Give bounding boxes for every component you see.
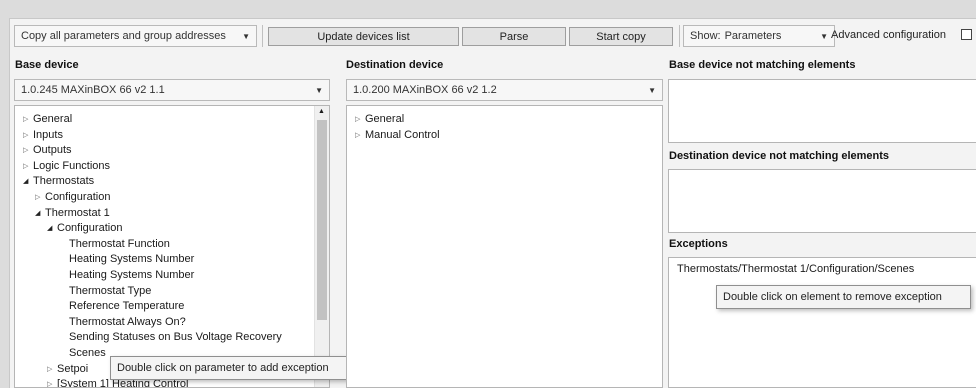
tree-node-label: Thermostat Always On? (69, 315, 186, 328)
tree-node-label: Heating Systems Number (69, 268, 195, 281)
tree-node-label: Configuration (57, 222, 123, 235)
destination-device-title: Destination device (346, 59, 444, 71)
tree-node-label: Thermostat 1 (45, 206, 110, 219)
exceptions-list[interactable]: Thermostats/Thermostat 1/Configuration/S… (668, 257, 976, 388)
expand-arrow-icon[interactable]: ▷ (47, 377, 57, 387)
tree-node-label: Reference Temperature (69, 300, 185, 313)
dropdown-arrow-icon: ▼ (820, 31, 828, 41)
advanced-configuration-label: Advanced configuration (831, 29, 946, 41)
copy-mode-dropdown[interactable]: Copy all parameters and group addresses … (14, 25, 257, 47)
tree-node[interactable]: Reference Temperature (23, 299, 329, 315)
base-device-title: Base device (15, 59, 79, 71)
tree-node[interactable]: ▷ Logic Functions (23, 159, 329, 175)
toolbar-separator (262, 25, 263, 47)
expand-arrow-icon[interactable]: ▷ (35, 190, 45, 206)
destination-tree-list: ▷ General ▷ Manual Control (355, 112, 662, 143)
tree-node-label: Thermostats (33, 175, 95, 188)
expand-arrow-icon[interactable]: ▷ (23, 112, 33, 128)
base-tree-list: ▷ General ▷ Inputs ▷ Outputs ▷ Logic Functions ◢… (23, 112, 329, 387)
remove-exception-tooltip: Double click on element to remove except… (716, 285, 971, 309)
copy-mode-value: Copy all parameters and group addresses (21, 30, 226, 42)
destination-device-tree[interactable]: ▷ General ▷ Manual Control (346, 105, 663, 388)
exceptions-title: Exceptions (669, 238, 728, 250)
scroll-up-arrow-icon[interactable]: ▲ (318, 108, 325, 115)
expand-arrow-icon[interactable]: ▷ (355, 112, 365, 128)
update-devices-button[interactable]: Update devices list (268, 27, 459, 46)
tree-node-label: Outputs (33, 144, 72, 157)
tree-node[interactable]: ◢ Thermostat 1 (23, 206, 329, 222)
collapse-arrow-icon[interactable]: ◢ (23, 174, 33, 190)
show-dropdown[interactable]: Show: Parameters ▼ (683, 25, 835, 47)
tree-node[interactable]: ▷ Inputs (23, 128, 329, 144)
parse-button[interactable]: Parse (462, 27, 566, 46)
base-tree-scrollbar[interactable]: ▲ (314, 106, 329, 387)
start-copy-button[interactable]: Start copy (569, 27, 673, 46)
tree-node[interactable]: Sending Statuses on Bus Voltage Recovery (23, 330, 329, 346)
dest-not-matching-list[interactable] (668, 169, 976, 233)
base-not-matching-list[interactable] (668, 79, 976, 143)
tree-node[interactable]: Thermostat Always On? (23, 315, 329, 331)
tree-node[interactable]: Heating Systems Number (23, 268, 329, 284)
destination-device-dropdown[interactable]: 1.0.200 MAXinBOX 66 v2 1.2 ▼ (346, 79, 663, 101)
exception-item[interactable]: Thermostats/Thermostat 1/Configuration/S… (677, 263, 914, 275)
copy-parameters-window: Copy all parameters and group addresses … (9, 18, 976, 388)
tree-node-label: General (33, 113, 73, 125)
tree-node-label: Inputs (33, 128, 63, 141)
tree-node[interactable]: ▷ General (23, 112, 329, 128)
scrollbar-thumb[interactable] (317, 120, 327, 320)
toolbar-separator (679, 25, 680, 47)
tree-node-label: Heating Systems Number (69, 253, 195, 266)
show-label: Show: (690, 30, 721, 42)
advanced-configuration-checkbox[interactable] (961, 29, 972, 40)
expand-arrow-icon[interactable]: ▷ (355, 128, 365, 144)
dest-not-matching-title: Destination device not matching elements (669, 150, 890, 162)
show-value: Parameters (724, 30, 782, 42)
tree-node[interactable]: ▷ General (355, 112, 662, 128)
tree-node-label: General (365, 113, 405, 125)
destination-device-value: 1.0.200 MAXinBOX 66 v2 1.2 (353, 84, 497, 96)
tree-node-label: Logic Functions (33, 159, 111, 172)
tree-node[interactable]: Thermostat Function (23, 237, 329, 253)
tree-node[interactable]: ▷ Manual Control (355, 128, 662, 144)
expand-arrow-icon[interactable]: ▷ (23, 159, 33, 175)
tree-node[interactable]: Heating Systems Number (23, 252, 329, 268)
base-device-dropdown[interactable]: 1.0.245 MAXinBOX 66 v2 1.1 ▼ (14, 79, 330, 101)
expand-arrow-icon[interactable]: ▷ (47, 362, 57, 378)
collapse-arrow-icon[interactable]: ◢ (35, 206, 45, 222)
dropdown-arrow-icon: ▼ (242, 31, 250, 41)
tree-node-label: Manual Control (365, 128, 440, 141)
tree-node[interactable]: Thermostat Type (23, 284, 329, 300)
base-device-value: 1.0.245 MAXinBOX 66 v2 1.1 (21, 84, 165, 96)
tree-node[interactable]: ◢ Thermostats (23, 174, 329, 190)
tree-node-label: Sending Statuses on Bus Voltage Recovery (69, 331, 282, 344)
expand-arrow-icon[interactable]: ▷ (23, 143, 33, 159)
tree-node-label: Scenes (69, 346, 106, 359)
tree-node-label: Configuration (45, 190, 111, 203)
collapse-arrow-icon[interactable]: ◢ (47, 221, 57, 237)
tree-node[interactable]: ◢ Configuration (23, 221, 329, 237)
expand-arrow-icon[interactable]: ▷ (23, 128, 33, 144)
dropdown-arrow-icon: ▼ (315, 85, 323, 95)
add-exception-tooltip: Double click on parameter to add excepti… (110, 356, 355, 380)
base-device-tree[interactable]: ▷ General ▷ Inputs ▷ Outputs ▷ Logic Functions ◢… (14, 105, 330, 388)
tree-node-label: Thermostat Type (69, 284, 152, 297)
dropdown-arrow-icon: ▼ (648, 85, 656, 95)
tree-node[interactable]: ▷ Configuration (23, 190, 329, 206)
tree-node-label: Thermostat Function (69, 237, 170, 250)
tree-node[interactable]: ▷ Outputs (23, 143, 329, 159)
base-not-matching-title: Base device not matching elements (669, 59, 856, 71)
tree-node-label: Setpoi (57, 362, 89, 375)
